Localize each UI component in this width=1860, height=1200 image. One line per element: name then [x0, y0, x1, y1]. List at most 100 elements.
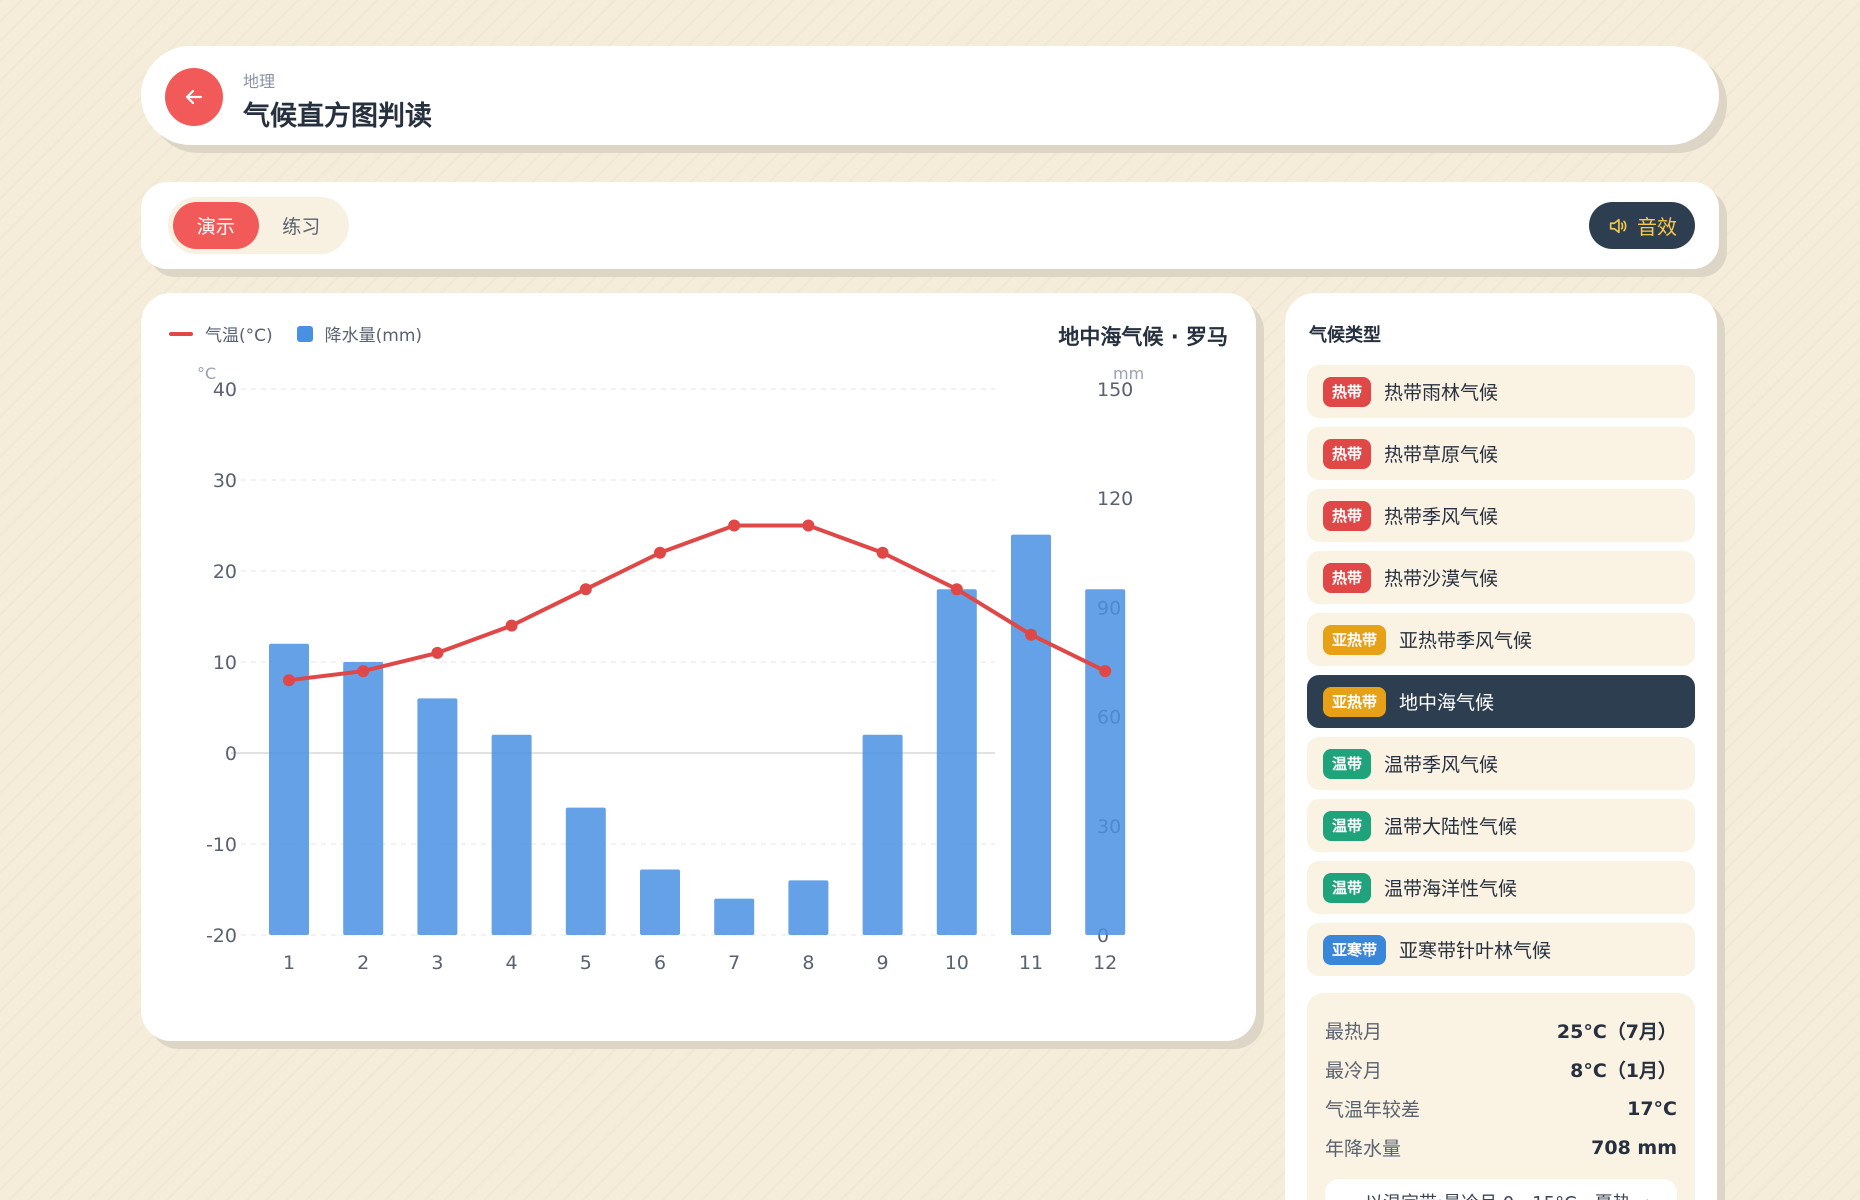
- back-button[interactable]: [165, 68, 223, 126]
- zone-badge: 温带: [1323, 748, 1372, 779]
- precip-bar: [343, 662, 384, 935]
- x-axis-tick: 11: [1019, 952, 1043, 974]
- zone-badge: 温带: [1323, 872, 1372, 903]
- zone-badge: 热带: [1323, 438, 1372, 469]
- zone-badge: 温带: [1323, 810, 1372, 841]
- zone-badge: 亚热带: [1323, 624, 1387, 655]
- climate-chart-card: 403020100-10-201501209060300°Cmm12345678…: [141, 293, 1256, 1041]
- temp-point: [505, 619, 518, 632]
- climate-type-list: 热带 热带雨林气候 热带 热带草原气候 热带 热带季风气候 热带 热带沙漠气候 亚热带 亚热带季风…: [1307, 365, 1695, 985]
- legend-precip: 降水量(mm): [296, 321, 423, 346]
- climate-item-label: 亚热带季风气候: [1399, 630, 1533, 652]
- stat-value: 8°C（1月）: [1570, 1060, 1677, 1082]
- precip-bar: [714, 898, 755, 935]
- climate-item-label: 热带雨林气候: [1384, 382, 1499, 404]
- climate-item[interactable]: 温带 温带季风气候: [1307, 737, 1695, 790]
- x-axis-tick: 1: [283, 952, 295, 974]
- stat-row: 最冷月 8°C（1月）: [1325, 1050, 1677, 1089]
- climate-item[interactable]: 热带 热带草原气候: [1307, 427, 1695, 480]
- x-axis-tick: 8: [802, 952, 814, 974]
- precip-bar: [1011, 534, 1051, 935]
- left-axis-tick: -20: [206, 925, 237, 947]
- x-axis-tick: 12: [1093, 952, 1117, 974]
- chart-title: 地中海气候 · 罗马: [1058, 325, 1228, 349]
- climate-chart: 403020100-10-201501209060300°Cmm12345678…: [197, 364, 1144, 974]
- page-title: 气候直方图判读: [243, 101, 432, 132]
- legend-temp-label: 气温(°C): [205, 326, 273, 346]
- zone-badge: 热带: [1323, 376, 1372, 407]
- precip-bar: [1085, 589, 1126, 935]
- stat-value: 708 mm: [1591, 1136, 1677, 1159]
- left-unit-label: °C: [197, 364, 216, 383]
- climate-item-label: 亚寒带针叶林气候: [1399, 940, 1552, 962]
- arrow-left-icon: [185, 89, 203, 105]
- right-axis-tick: 120: [1097, 488, 1133, 510]
- climate-item[interactable]: 温带 温带大陆性气候: [1307, 799, 1695, 852]
- left-axis-tick: 0: [225, 743, 237, 765]
- x-axis-tick: 9: [877, 952, 889, 974]
- temp-point: [728, 519, 741, 532]
- stat-row: 最热月 25°C（7月）: [1325, 1011, 1677, 1050]
- stat-label: 年降水量: [1325, 1138, 1402, 1160]
- climate-item-label: 热带季风气候: [1384, 506, 1499, 528]
- climate-item[interactable]: 亚热带 地中海气候: [1307, 675, 1695, 728]
- legend-temp-swatch: [169, 331, 193, 336]
- chart-legend: 气温(°C) 降水量(mm): [169, 321, 432, 346]
- legend-temp: 气温(°C): [169, 321, 273, 346]
- stat-label: 最冷月: [1325, 1060, 1383, 1082]
- stat-label: 最热月: [1325, 1021, 1383, 1043]
- left-axis-tick: 10: [213, 652, 237, 674]
- climate-item[interactable]: 热带 热带季风气候: [1307, 489, 1695, 542]
- climate-item[interactable]: 热带 热带雨林气候: [1307, 365, 1695, 418]
- temp-line: [288, 523, 1107, 683]
- left-axis-tick: 20: [213, 561, 237, 583]
- stat-label: 气温年较差: [1325, 1099, 1421, 1121]
- left-axis-tick: 40: [213, 379, 237, 401]
- left-axis-tick: -10: [206, 834, 237, 856]
- x-axis-tick: 5: [580, 952, 592, 974]
- climate-item[interactable]: 亚寒带 亚寒带针叶林气候: [1307, 923, 1695, 976]
- tab-demo[interactable]: 演示: [173, 202, 259, 249]
- tab-practice[interactable]: 练习: [259, 202, 345, 249]
- subject-label: 地理: [243, 72, 276, 91]
- climate-item-label: 地中海气候: [1399, 692, 1495, 714]
- x-axis-tick: 2: [357, 952, 369, 974]
- temp-point: [802, 519, 815, 532]
- climate-item[interactable]: 亚热带 亚热带季风气候: [1307, 613, 1695, 666]
- temp-point: [283, 674, 295, 687]
- zone-badge: 热带: [1323, 500, 1372, 531]
- left-axis-tick: 30: [213, 470, 237, 492]
- climate-item[interactable]: 温带 温带海洋性气候: [1307, 861, 1695, 914]
- precip-bar: [936, 589, 977, 935]
- x-axis-tick: 10: [945, 952, 969, 974]
- climate-item-label: 热带沙漠气候: [1384, 568, 1499, 590]
- sound-button[interactable]: 音效: [1589, 202, 1695, 249]
- mode-switch: 演示 练习: [168, 197, 349, 254]
- stat-value: 17°C: [1627, 1097, 1677, 1120]
- zone-badge: 热带: [1323, 562, 1372, 593]
- x-axis-tick: 3: [431, 952, 443, 974]
- toolbar: 演示 练习 音效: [141, 182, 1719, 269]
- temp-point: [579, 583, 592, 596]
- temp-point: [357, 665, 370, 678]
- temp-point: [654, 546, 666, 559]
- precip-bar: [269, 643, 309, 935]
- precip-bar: [788, 880, 829, 935]
- precip-bar: [862, 734, 903, 935]
- climate-item[interactable]: 热带 热带沙漠气候: [1307, 551, 1695, 604]
- climate-item-label: 热带草原气候: [1384, 444, 1499, 466]
- speaker-icon: [1609, 218, 1627, 233]
- panel-title: 气候类型: [1309, 325, 1381, 346]
- header-bar: 地理 气候直方图判读: [141, 46, 1719, 145]
- climate-item-label: 温带大陆性气候: [1384, 816, 1518, 838]
- sound-label: 音效: [1637, 215, 1677, 239]
- legend-precip-swatch: [296, 325, 313, 342]
- precip-bar: [417, 698, 458, 935]
- zone-badge: 亚寒带: [1323, 934, 1387, 965]
- temp-point: [1025, 628, 1037, 641]
- temp-point: [876, 546, 889, 559]
- stat-value: 25°C（7月）: [1556, 1021, 1677, 1043]
- temp-point: [431, 646, 444, 659]
- legend-precip-label: 降水量(mm): [324, 326, 423, 346]
- climate-item-label: 温带季风气候: [1384, 754, 1499, 776]
